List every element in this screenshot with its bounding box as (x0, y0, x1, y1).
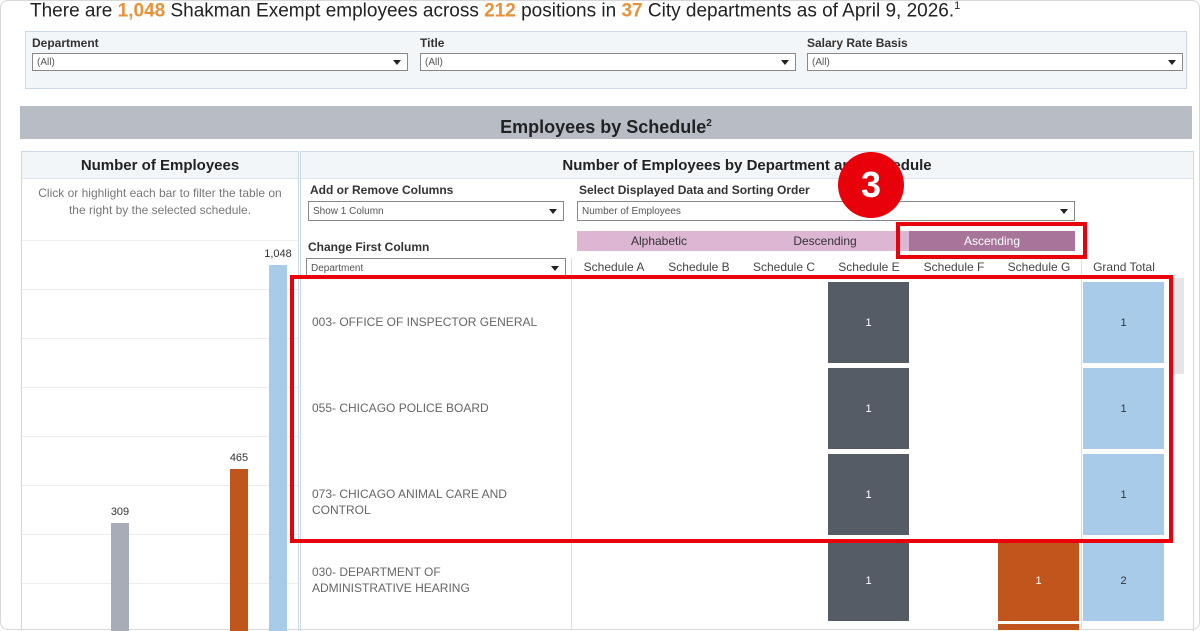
column-header-grand-total[interactable]: Grand Total (1082, 260, 1166, 274)
sort-descending-button[interactable]: Descending (741, 231, 909, 251)
filter-bar: Department (All) Title (All) Salary Rate… (25, 31, 1187, 89)
chevron-down-icon (1168, 60, 1176, 65)
chart-gridline (22, 583, 298, 584)
sort-alphabetic-button[interactable]: Alphabetic (577, 231, 741, 251)
salary-rate-basis-filter-label: Salary Rate Basis (807, 36, 908, 50)
headline-footnote: 1 (954, 0, 961, 12)
chart-bar[interactable] (230, 468, 248, 631)
title-dropdown-value: (All) (425, 57, 443, 68)
headline-mid2: positions in (515, 0, 622, 22)
column-header-schedule-c[interactable]: Schedule C (742, 260, 826, 274)
highlight-box-rows (290, 275, 1173, 543)
chart-data-label: 1,048 (264, 248, 292, 260)
chevron-down-icon (1060, 209, 1068, 214)
table-cell-partial (998, 624, 1079, 630)
bar-chart: 309 465 1,048 (22, 152, 298, 631)
position-count: 212 (484, 0, 516, 22)
department-filter: Department (All) (32, 36, 408, 71)
table-cell[interactable]: 2 (1083, 540, 1164, 621)
column-header-schedule-g[interactable]: Schedule G (997, 260, 1081, 274)
change-first-column-label: Change First Column (308, 240, 430, 254)
chart-gridline (22, 485, 298, 486)
employee-count: 1,048 (117, 0, 166, 22)
chart-gridline (22, 240, 298, 241)
department-dropdown[interactable]: (All) (32, 53, 408, 71)
chevron-down-icon (781, 60, 789, 65)
displayed-data-label: Select Displayed Data and Sorting Order (579, 183, 810, 197)
highlight-box-ascending (896, 222, 1087, 259)
chart-gridline (22, 289, 298, 290)
displayed-data-dropdown[interactable]: Number of Employees (577, 201, 1075, 221)
headline-mid1: Shakman Exempt employees across (165, 0, 485, 22)
change-first-column-value: Department (311, 263, 364, 274)
title-filter-label: Title (420, 36, 445, 50)
column-header-schedule-a[interactable]: Schedule A (572, 260, 656, 274)
department-dropdown-value: (All) (37, 57, 55, 68)
column-header-schedule-b[interactable]: Schedule B (657, 260, 741, 274)
headline: There are 1,048 Shakman Exempt employees… (30, 0, 960, 22)
title-filter: Title (All) (420, 36, 796, 71)
chart-data-label: 309 (110, 506, 130, 519)
headline-prefix: There are (30, 0, 118, 22)
column-header-schedule-e[interactable]: Schedule E (827, 260, 911, 274)
chart-data-label: 465 (229, 451, 249, 464)
table-cell[interactable]: 1 (828, 540, 909, 621)
section-title-text: Employees by Schedule (500, 117, 707, 137)
chart-bar[interactable] (111, 523, 129, 631)
column-header-schedule-f[interactable]: Schedule F (912, 260, 996, 274)
table-cell[interactable]: 1 (998, 540, 1079, 621)
table-panel-title: Number of Employees by Department and Sc… (301, 152, 1193, 179)
chart-gridline (22, 338, 298, 339)
salary-rate-basis-dropdown[interactable]: (All) (807, 53, 1183, 71)
step-badge: 3 (838, 152, 904, 218)
chart-bar[interactable] (269, 265, 287, 631)
row-label-department-of-administrative-hearing[interactable]: 030- DEPARTMENT OF ADMINISTRATIVE HEARIN… (312, 564, 542, 596)
displayed-data-value: Number of Employees (582, 206, 681, 217)
department-count: 37 (621, 0, 643, 22)
department-filter-label: Department (32, 36, 99, 50)
title-dropdown[interactable]: (All) (420, 53, 796, 71)
section-title: Employees by Schedule2 (20, 106, 1192, 139)
add-remove-columns-dropdown[interactable]: Show 1 Column (308, 201, 564, 221)
chevron-down-icon (549, 209, 557, 214)
section-footnote: 2 (706, 118, 712, 129)
chart-gridline (22, 534, 298, 535)
chevron-down-icon (393, 60, 401, 65)
employees-by-schedule-chart-panel: Number of Employees Click or highlight e… (21, 151, 299, 631)
chart-gridline (22, 436, 298, 437)
add-remove-columns-label: Add or Remove Columns (310, 183, 454, 197)
chevron-down-icon (551, 266, 559, 271)
chart-gridline (22, 387, 298, 388)
salary-rate-basis-dropdown-value: (All) (812, 57, 830, 68)
headline-suffix: City departments as of April 9, 2026. (642, 0, 955, 22)
add-remove-columns-value: Show 1 Column (313, 206, 384, 217)
table-scrollbar[interactable] (1172, 278, 1184, 374)
salary-rate-basis-filter: Salary Rate Basis (All) (807, 36, 1183, 71)
